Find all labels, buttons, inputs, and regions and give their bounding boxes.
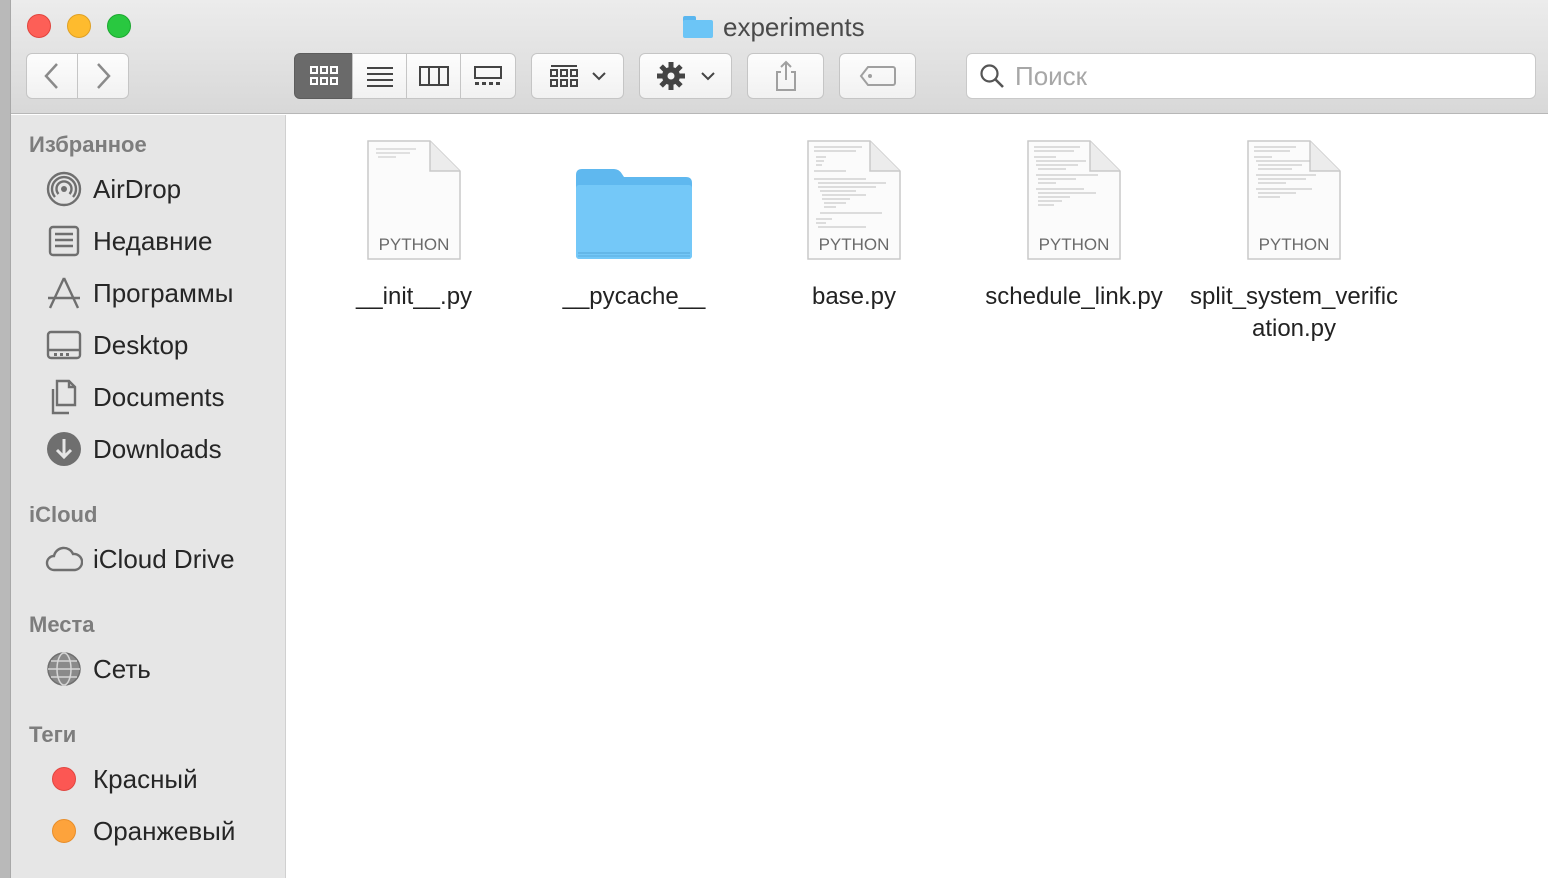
sidebar-item-icloud-drive[interactable]: iCloud Drive <box>45 539 235 579</box>
file-name: schedule_link.py <box>985 283 1163 310</box>
share-icon <box>775 60 796 91</box>
file-name: base.py <box>811 283 897 310</box>
action-menu-button[interactable] <box>639 53 732 99</box>
file-item[interactable]: PYTHON base.py <box>744 131 964 313</box>
sidebar-tag-yellow-partial[interactable] <box>45 863 83 878</box>
orange-tag-dot-icon <box>52 819 76 843</box>
applications-icon <box>45 274 83 312</box>
view-as-gallery-button[interactable] <box>460 53 516 99</box>
file-badge: PYTHON <box>1259 235 1330 254</box>
file-browser: PYTHON __init__.py __pycache__ PYTHON ba… <box>287 115 1548 878</box>
search-field[interactable]: Поиск <box>966 53 1536 99</box>
documents-icon <box>45 378 83 416</box>
sidebar-tag-red[interactable]: Красный <box>45 759 198 799</box>
search-icon <box>980 64 1004 88</box>
view-as-columns-button[interactable] <box>406 53 461 99</box>
section-title-places: Места <box>29 612 95 637</box>
sidebar-item-label: Программы <box>93 277 234 308</box>
window-title-text: experiments <box>723 11 865 42</box>
edit-tags-button[interactable] <box>839 53 916 99</box>
downloads-icon <box>45 430 83 468</box>
chevron-right-icon <box>97 63 111 89</box>
file-name: __init__.py <box>355 283 473 310</box>
forward-button[interactable] <box>77 53 129 99</box>
sidebar-item-desktop[interactable]: Desktop <box>45 325 188 365</box>
file-badge: PYTHON <box>819 235 890 254</box>
file-item[interactable]: PYTHON __init__.py <box>304 131 524 313</box>
sidebar: Избранное AirDrop Недавние Программы Des… <box>11 115 286 878</box>
folder-icon <box>683 16 713 38</box>
sidebar-item-label: Красный <box>93 763 198 794</box>
back-button[interactable] <box>26 53 78 99</box>
sidebar-item-applications[interactable]: Программы <box>45 273 233 313</box>
file-badge: PYTHON <box>1039 235 1110 254</box>
sidebar-item-label: AirDrop <box>93 173 182 204</box>
sidebar-item-recents[interactable]: Недавние <box>45 221 212 261</box>
gallery-icon <box>474 66 502 85</box>
sidebar-item-airdrop[interactable]: AirDrop <box>45 169 181 209</box>
cloud-icon <box>45 540 83 578</box>
red-tag-dot-icon <box>52 767 76 791</box>
section-title-favorites: Избранное <box>29 132 147 157</box>
sidebar-item-label: Downloads <box>93 433 222 464</box>
network-icon <box>45 650 83 688</box>
close-window-button[interactable] <box>27 14 51 38</box>
file-item[interactable]: PYTHON split_system_verification.py <box>1184 131 1404 345</box>
sidebar-item-label: Оранжевый <box>93 815 236 846</box>
sidebar-item-label: Documents <box>93 381 225 412</box>
finder-window: experiments Поиск Избранное AirDrop Неда… <box>10 0 1548 878</box>
desktop-icon <box>45 326 83 364</box>
window-title: experiments <box>683 10 865 44</box>
airdrop-icon <box>45 170 83 208</box>
gear-icon <box>656 62 685 90</box>
sidebar-item-label: Сеть <box>93 653 151 684</box>
folder-item[interactable]: __pycache__ <box>524 131 744 313</box>
tag-icon <box>859 66 896 86</box>
sidebar-item-label: Недавние <box>93 225 213 256</box>
file-item[interactable]: PYTHON schedule_link.py <box>964 131 1184 313</box>
view-as-icons-button[interactable] <box>294 53 353 99</box>
sidebar-item-downloads[interactable]: Downloads <box>45 429 222 469</box>
group-grid-icon <box>549 65 578 87</box>
sidebar-tag-orange[interactable]: Оранжевый <box>45 811 235 851</box>
columns-icon <box>418 66 449 86</box>
section-title-tags: Теги <box>29 722 77 747</box>
search-placeholder: Поиск <box>1015 60 1088 91</box>
sidebar-item-network[interactable]: Сеть <box>45 649 151 689</box>
section-title-icloud: iCloud <box>29 502 98 527</box>
icon-grid-icon <box>309 66 338 85</box>
chevron-left-icon <box>44 63 58 89</box>
chevron-down-icon <box>700 72 715 81</box>
file-badge: PYTHON <box>379 235 450 254</box>
folder-icon <box>574 131 694 261</box>
zoom-window-button[interactable] <box>107 14 131 38</box>
sidebar-item-label: Desktop <box>93 329 189 360</box>
folder-name: __pycache__ <box>562 283 706 310</box>
sidebar-item-documents[interactable]: Documents <box>45 377 225 417</box>
minimize-window-button[interactable] <box>67 14 91 38</box>
sidebar-item-label: iCloud Drive <box>93 543 235 574</box>
share-button[interactable] <box>747 53 824 99</box>
group-by-button[interactable] <box>531 53 624 99</box>
view-as-list-button[interactable] <box>352 53 407 99</box>
python-file-icon: PYTHON <box>1234 131 1354 261</box>
python-file-icon: PYTHON <box>1014 131 1134 261</box>
recents-icon <box>45 222 83 260</box>
python-file-icon: PYTHON <box>794 131 914 261</box>
python-file-icon: PYTHON <box>354 131 474 261</box>
chevron-down-icon <box>591 72 606 81</box>
list-icon <box>366 67 393 87</box>
file-name: split_system_verification.py <box>1189 283 1399 342</box>
toolbar: experiments Поиск <box>11 0 1548 114</box>
